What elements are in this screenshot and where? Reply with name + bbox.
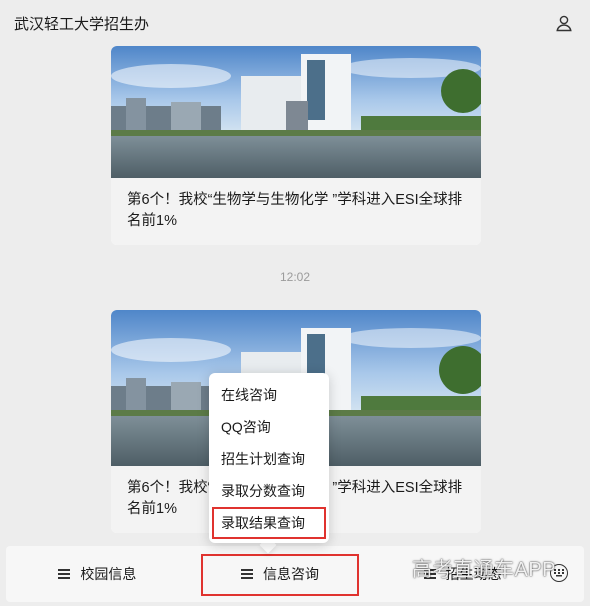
timestamp: 12:02	[279, 270, 311, 284]
menu-item-label: 信息咨询	[263, 566, 319, 582]
article-card[interactable]: 第6个！我校“生物学与生物化学 ”学科进入ESI全球排名前1%	[111, 46, 481, 245]
submenu-item-enrollment-plan[interactable]: 招生计划查询	[209, 443, 329, 475]
submenu-item-score-query[interactable]: 录取分数查询	[209, 475, 329, 507]
submenu-item-admission-result[interactable]: 录取结果查询	[209, 507, 329, 539]
submenu-item-online-consult[interactable]: 在线咨询	[209, 379, 329, 411]
submenu-item-qq-consult[interactable]: QQ咨询	[209, 411, 329, 443]
hamburger-icon	[241, 569, 253, 579]
campus-photo	[111, 46, 481, 178]
submenu-popup: 在线咨询 QQ咨询 招生计划查询 录取分数查询 录取结果查询	[209, 373, 329, 543]
menu-item-campus-info[interactable]: 校园信息	[6, 546, 189, 602]
article-title: 第6个！我校“生物学与生物化学 ”学科进入ESI全球排名前1%	[111, 178, 481, 245]
person-icon[interactable]	[554, 13, 574, 33]
watermark: 高考直通车APP	[412, 559, 557, 581]
menu-item-info-consult[interactable]: 信息咨询	[189, 546, 372, 602]
menu-item-label: 校园信息	[80, 566, 137, 582]
chat-header: 武汉轻工大学招生办	[0, 0, 590, 46]
hamburger-icon	[58, 569, 71, 579]
chat-title: 武汉轻工大学招生办	[14, 15, 150, 33]
